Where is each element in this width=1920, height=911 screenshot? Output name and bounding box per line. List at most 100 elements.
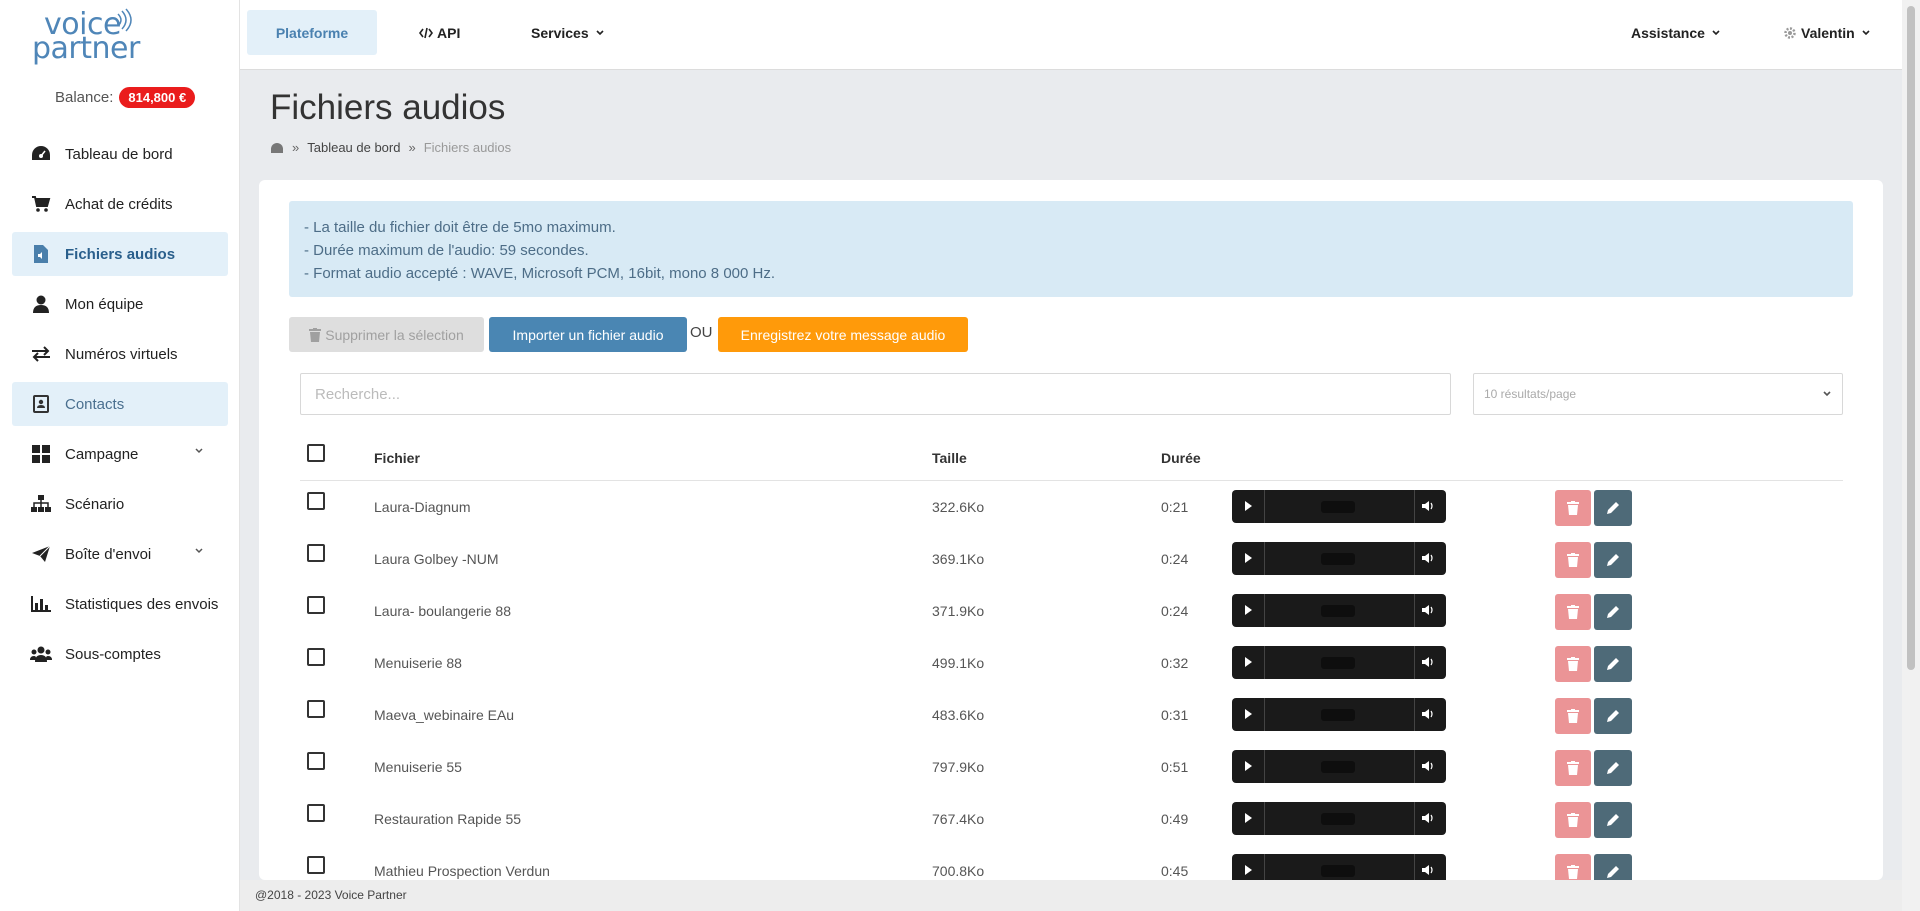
column-header-file[interactable]: Fichier	[374, 450, 420, 466]
file-size: 767.4Ko	[932, 811, 985, 827]
sidebar-item-fichiers-audios[interactable]: Fichiers audios	[12, 232, 228, 276]
row-checkbox[interactable]	[307, 544, 325, 562]
voice-partner-logo[interactable]: voice partner	[30, 8, 140, 68]
tab-plateforme[interactable]: Plateforme	[247, 10, 377, 55]
sidebar-item-contacts[interactable]: Contacts	[12, 382, 228, 426]
select-all-checkbox[interactable]	[307, 444, 325, 462]
audio-progress-slider[interactable]	[1321, 865, 1355, 877]
results-per-page-select[interactable]: 10 résultats/page	[1473, 373, 1843, 415]
sidebar-item-sous-comptes[interactable]: Sous-comptes	[12, 632, 228, 676]
audio-progress-slider[interactable]	[1321, 553, 1355, 565]
row-checkbox[interactable]	[307, 648, 325, 666]
delete-button[interactable]	[1555, 490, 1591, 526]
volume-icon[interactable]	[1421, 760, 1435, 772]
paper-plane-icon	[30, 543, 52, 565]
row-checkbox[interactable]	[307, 596, 325, 614]
audio-progress-slider[interactable]	[1321, 813, 1355, 825]
page-scrollbar[interactable]	[1902, 0, 1920, 911]
menu-assistance[interactable]: Assistance	[1631, 10, 1721, 55]
audio-progress-slider[interactable]	[1321, 709, 1355, 721]
player-divider	[1414, 698, 1415, 731]
sidebar-item-mon-equipe[interactable]: Mon équipe	[12, 282, 228, 326]
menu-user[interactable]: Valentin	[1783, 10, 1871, 55]
row-checkbox[interactable]	[307, 856, 325, 874]
delete-button[interactable]	[1555, 854, 1591, 880]
play-icon[interactable]	[1242, 552, 1254, 564]
play-icon[interactable]	[1242, 760, 1254, 772]
chevron-down-icon	[1712, 29, 1720, 35]
sidebar-item-campagne[interactable]: Campagne	[12, 432, 228, 476]
delete-button[interactable]	[1555, 594, 1591, 630]
volume-icon[interactable]	[1421, 656, 1435, 668]
file-name: Restauration Rapide 55	[374, 811, 522, 827]
play-icon[interactable]	[1242, 812, 1254, 824]
delete-button[interactable]	[1555, 698, 1591, 734]
audio-progress-slider[interactable]	[1321, 501, 1355, 513]
search-input[interactable]	[300, 373, 1451, 415]
sidebar-item-boite-envoi[interactable]: Boîte d'envoi	[12, 532, 228, 576]
row-checkbox[interactable]	[307, 492, 325, 510]
edit-button[interactable]	[1594, 854, 1632, 880]
breadcrumb-home-link[interactable]: Tableau de bord	[307, 140, 400, 155]
play-icon[interactable]	[1242, 864, 1254, 876]
play-icon[interactable]	[1242, 708, 1254, 720]
edit-button[interactable]	[1594, 750, 1632, 786]
edit-button[interactable]	[1594, 802, 1632, 838]
volume-icon[interactable]	[1421, 708, 1435, 720]
edit-button[interactable]	[1594, 594, 1632, 630]
dashboard-icon[interactable]	[270, 142, 284, 154]
import-audio-button[interactable]: Importer un fichier audio	[489, 317, 687, 352]
player-divider	[1264, 594, 1265, 627]
row-checkbox[interactable]	[307, 752, 325, 770]
sidebar-item-label: Tableau de bord	[65, 145, 173, 163]
pencil-icon	[1607, 606, 1619, 618]
audio-player	[1232, 542, 1446, 575]
column-header-duration[interactable]: Durée	[1161, 450, 1201, 466]
tab-services[interactable]: Services	[531, 10, 605, 55]
sidebar-item-label: Fichiers audios	[65, 245, 176, 263]
edit-button[interactable]	[1594, 542, 1632, 578]
delete-selection-button[interactable]: Supprimer la sélection	[289, 317, 484, 352]
row-checkbox[interactable]	[307, 700, 325, 718]
trash-icon	[1567, 813, 1579, 827]
play-icon[interactable]	[1242, 656, 1254, 668]
volume-icon[interactable]	[1421, 812, 1435, 824]
edit-button[interactable]	[1594, 646, 1632, 682]
sidebar-item-label: Sous-comptes	[65, 645, 161, 663]
audio-player	[1232, 594, 1446, 627]
sidebar: voice partner Balance: 814,800 € Tableau…	[0, 0, 240, 911]
edit-button[interactable]	[1594, 490, 1632, 526]
edit-button[interactable]	[1594, 698, 1632, 734]
sidebar-item-label: Numéros virtuels	[65, 345, 178, 363]
code-icon	[419, 27, 433, 38]
sidebar-item-numeros-virtuels[interactable]: Numéros virtuels	[12, 332, 228, 376]
button-label: Enregistrez votre message audio	[740, 326, 946, 343]
volume-icon[interactable]	[1421, 864, 1435, 876]
record-audio-button[interactable]: Enregistrez votre message audio	[718, 317, 968, 352]
delete-button[interactable]	[1555, 542, 1591, 578]
delete-button[interactable]	[1555, 750, 1591, 786]
page-title: Fichiers audios	[270, 88, 506, 127]
delete-button[interactable]	[1555, 646, 1591, 682]
sidebar-item-tableau-de-bord[interactable]: Tableau de bord	[12, 132, 228, 176]
play-icon[interactable]	[1242, 604, 1254, 616]
sidebar-item-statistiques[interactable]: Statistiques des envois	[12, 582, 228, 626]
volume-icon[interactable]	[1421, 552, 1435, 564]
file-size: 797.9Ko	[932, 759, 985, 775]
volume-icon[interactable]	[1421, 500, 1435, 512]
user-icon	[30, 293, 52, 315]
volume-icon[interactable]	[1421, 604, 1435, 616]
row-checkbox[interactable]	[307, 804, 325, 822]
sidebar-item-achat-credits[interactable]: Achat de crédits	[12, 182, 228, 226]
audio-progress-slider[interactable]	[1321, 657, 1355, 669]
audio-progress-slider[interactable]	[1321, 761, 1355, 773]
audio-progress-slider[interactable]	[1321, 605, 1355, 617]
column-header-size[interactable]: Taille	[932, 450, 967, 466]
tab-api[interactable]: API	[419, 10, 460, 55]
sidebar-item-scenario[interactable]: Scénario	[12, 482, 228, 526]
player-divider	[1414, 750, 1415, 783]
play-icon[interactable]	[1242, 500, 1254, 512]
scrollbar-thumb[interactable]	[1907, 6, 1915, 670]
pencil-icon	[1607, 554, 1619, 566]
delete-button[interactable]	[1555, 802, 1591, 838]
